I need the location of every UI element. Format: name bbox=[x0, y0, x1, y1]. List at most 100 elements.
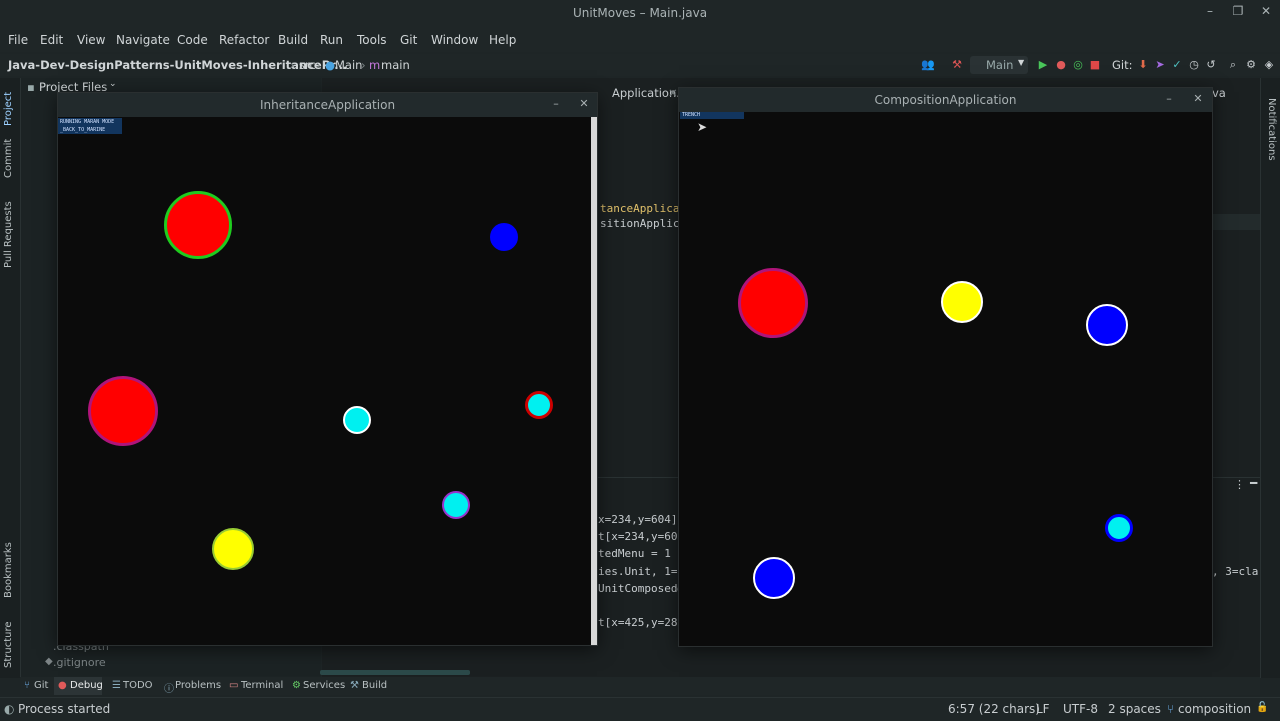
close-icon[interactable]: ✕ bbox=[1256, 4, 1276, 18]
minimize-icon[interactable]: – bbox=[548, 97, 564, 110]
unit[interactable] bbox=[343, 406, 371, 434]
stop-icon[interactable]: ■ bbox=[1088, 58, 1102, 72]
unit[interactable] bbox=[442, 491, 470, 519]
tab-commit[interactable]: Commit bbox=[3, 139, 14, 178]
debug-icon[interactable]: ● bbox=[1054, 58, 1068, 72]
indent-setting[interactable]: 2 spaces bbox=[1108, 702, 1161, 716]
menu-view[interactable]: View bbox=[77, 33, 105, 47]
minimize-icon[interactable]: – bbox=[1200, 4, 1220, 18]
cursor-position[interactable]: 6:57 (22 chars) bbox=[948, 702, 1040, 716]
composition-app-window[interactable]: CompositionApplication – ✕ TRENCH ➤ bbox=[679, 88, 1212, 646]
menu-help[interactable]: Help bbox=[489, 33, 516, 47]
left-tool-strip: Project Commit Pull Requests Bookmarks S… bbox=[0, 78, 21, 678]
tool-debug[interactable]: Debug bbox=[70, 680, 103, 691]
tool-todo[interactable]: TODO bbox=[123, 680, 153, 691]
console-line: UnitComposed@3 bbox=[598, 582, 691, 595]
unit[interactable] bbox=[164, 191, 232, 259]
history-icon[interactable]: ◷ bbox=[1187, 58, 1201, 72]
tool-terminal[interactable]: Terminal bbox=[241, 680, 283, 691]
composition-app-title-bar[interactable]: CompositionApplication – ✕ bbox=[679, 88, 1212, 112]
hide-panel-icon[interactable]: ━ bbox=[1250, 476, 1257, 490]
file-encoding[interactable]: UTF-8 bbox=[1063, 702, 1098, 716]
inheritance-canvas[interactable]: RUNNING MARAN MODE _BACK_TO_MARINE bbox=[58, 117, 591, 645]
coverage-icon[interactable]: ◎ bbox=[1071, 58, 1085, 72]
git-update-icon[interactable]: ⬇ bbox=[1136, 58, 1150, 72]
tab-structure[interactable]: Structure bbox=[3, 621, 14, 668]
run-config-select[interactable]: Main ▼ bbox=[970, 56, 1028, 74]
close-icon[interactable]: ✕ bbox=[1190, 92, 1206, 105]
settings-icon[interactable]: ⚙ bbox=[1244, 58, 1258, 72]
tool-services[interactable]: Services bbox=[303, 680, 345, 691]
hammer-icon[interactable]: ⚒ bbox=[950, 58, 964, 72]
process-icon: ◐ bbox=[4, 702, 15, 716]
unit[interactable] bbox=[1086, 304, 1128, 346]
editor-tab-partial[interactable]: va bbox=[1212, 86, 1226, 102]
breadcrumb-method[interactable]: main bbox=[381, 58, 410, 72]
file-gitignore[interactable]: .gitignore bbox=[53, 656, 106, 669]
menu-edit[interactable]: Edit bbox=[40, 33, 63, 47]
project-panel-title[interactable]: Project Files bbox=[39, 80, 107, 94]
tab-pull-requests[interactable]: Pull Requests bbox=[3, 201, 14, 268]
menu-tools[interactable]: Tools bbox=[357, 33, 387, 47]
chevron-down-icon[interactable]: ⌄ bbox=[109, 79, 117, 89]
ide-logo-icon[interactable]: ◈ bbox=[1262, 58, 1276, 72]
tool-build[interactable]: Build bbox=[362, 680, 387, 691]
right-tool-strip: Notifications bbox=[1260, 78, 1280, 678]
mode-select[interactable]: TRENCH bbox=[680, 112, 744, 119]
build-icon: ⚒ bbox=[350, 680, 359, 691]
menu-window[interactable]: Window bbox=[431, 33, 478, 47]
menu-refactor[interactable]: Refactor bbox=[219, 33, 269, 47]
tool-git[interactable]: Git bbox=[34, 680, 48, 691]
run-icon[interactable]: ▶ bbox=[1036, 58, 1050, 72]
unit[interactable] bbox=[941, 281, 983, 323]
menu-bar: File Edit View Navigate Code Refactor Bu… bbox=[0, 28, 1280, 52]
unit[interactable] bbox=[490, 223, 518, 251]
maximize-icon[interactable]: ❐ bbox=[1228, 4, 1248, 18]
horizontal-scrollbar[interactable] bbox=[320, 670, 470, 675]
tool-problems[interactable]: Problems bbox=[175, 680, 221, 691]
composition-app-title: CompositionApplication bbox=[874, 93, 1017, 107]
breadcrumb-src[interactable]: src bbox=[299, 58, 316, 72]
menu-build[interactable]: Build bbox=[278, 33, 308, 47]
rollback-icon[interactable]: ↺ bbox=[1204, 58, 1218, 72]
chevron-down-icon: ▼ bbox=[1018, 58, 1025, 67]
git-commit-icon[interactable]: ✓ bbox=[1170, 58, 1184, 72]
menu-git[interactable]: Git bbox=[400, 33, 417, 47]
close-icon[interactable]: ✕ bbox=[576, 97, 592, 110]
git-label: Git: bbox=[1112, 58, 1133, 72]
user-icon[interactable]: 👥 bbox=[921, 58, 935, 72]
more-options-icon[interactable]: ⋮ bbox=[1234, 478, 1245, 491]
minimize-icon[interactable]: – bbox=[1161, 92, 1177, 105]
vertical-scrollbar[interactable] bbox=[591, 117, 597, 645]
menu-run[interactable]: Run bbox=[320, 33, 343, 47]
menu-file[interactable]: File bbox=[8, 33, 28, 47]
unit[interactable] bbox=[88, 376, 158, 446]
unit[interactable] bbox=[1105, 514, 1133, 542]
git-push-icon[interactable]: ➤ bbox=[1153, 58, 1167, 72]
inheritance-app-window[interactable]: InheritanceApplication – ✕ RUNNING MARAN… bbox=[58, 93, 597, 645]
tool-window-bar: ⑂ Git ● Debug ☰ TODO ⓘ Problems ▭ Termin… bbox=[20, 677, 1260, 695]
lock-icon[interactable]: 🔓 bbox=[1256, 702, 1268, 713]
git-branch[interactable]: composition bbox=[1178, 702, 1251, 716]
breadcrumb-class[interactable]: Main bbox=[335, 58, 362, 72]
menu-navigate[interactable]: Navigate bbox=[116, 33, 170, 47]
mode-select[interactable]: RUNNING MARAN MODE _BACK_TO_MARINE bbox=[58, 118, 122, 134]
unit[interactable] bbox=[738, 268, 808, 338]
tab-project[interactable]: Project bbox=[3, 92, 14, 126]
panel-icon: ▪ bbox=[27, 80, 35, 94]
inheritance-app-title-bar[interactable]: InheritanceApplication – ✕ bbox=[58, 93, 597, 117]
breadcrumb-project[interactable]: Java-Dev-DesignPatterns-UnitMoves-Inheri… bbox=[8, 58, 347, 72]
tab-bookmarks[interactable]: Bookmarks bbox=[3, 542, 14, 598]
unit[interactable] bbox=[525, 391, 553, 419]
composition-canvas[interactable]: TRENCH ➤ bbox=[679, 112, 1212, 646]
tab-close-icon[interactable]: ✕ bbox=[668, 86, 678, 102]
search-icon[interactable]: ⌕ bbox=[1226, 58, 1240, 72]
tab-notifications[interactable]: Notifications bbox=[1266, 98, 1277, 161]
ide-title-bar: UnitMoves – Main.java – ❐ ✕ bbox=[0, 0, 1280, 28]
menu-code[interactable]: Code bbox=[177, 33, 208, 47]
status-message[interactable]: Process started bbox=[18, 702, 110, 716]
unit[interactable] bbox=[753, 557, 795, 599]
unit[interactable] bbox=[212, 528, 254, 570]
console-line: t[x=425,y=283] bbox=[598, 616, 691, 629]
line-separator[interactable]: LF bbox=[1036, 702, 1050, 716]
